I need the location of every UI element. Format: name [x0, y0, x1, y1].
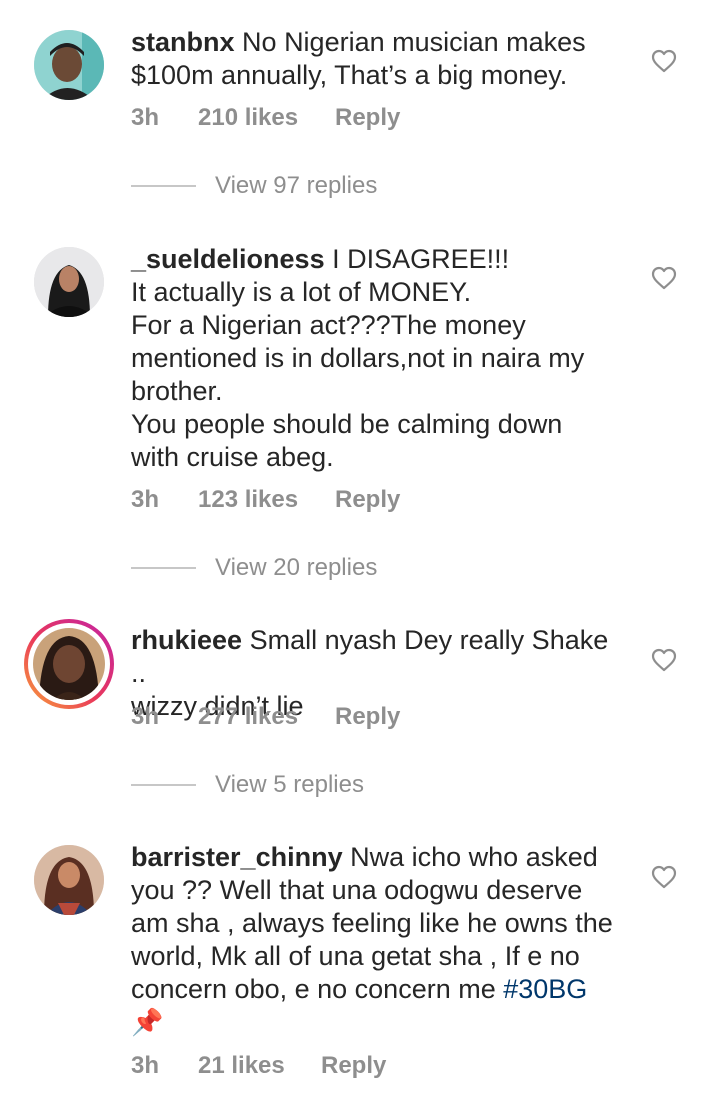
- timestamp: 3h: [131, 104, 160, 131]
- comment-body: I DISAGREE!!! It actually is a lot of MO…: [131, 244, 585, 472]
- comment-text: barrister_chinny Nwa icho who asked you …: [131, 841, 626, 1039]
- pushpin-icon: 📌: [131, 1007, 164, 1037]
- view-replies-button[interactable]: View 5 replies: [131, 770, 531, 800]
- reply-button[interactable]: Reply: [335, 104, 400, 132]
- timestamp: 3h: [131, 486, 160, 513]
- likes-count[interactable]: 21 likes: [198, 1052, 285, 1080]
- view-replies-label: View 97 replies: [215, 172, 378, 199]
- view-replies-button[interactable]: View 97 replies: [131, 171, 531, 201]
- heart-icon[interactable]: [651, 865, 677, 889]
- avatar: [33, 628, 105, 700]
- timestamp: 3h: [131, 703, 160, 730]
- avatar[interactable]: [34, 30, 104, 100]
- divider-line: [131, 185, 196, 187]
- comment-text: stanbnx No Nigerian musician makes $100m…: [131, 26, 626, 92]
- hashtag-link[interactable]: #30BG: [503, 974, 587, 1004]
- divider-line: [131, 784, 196, 786]
- timestamp: 3h: [131, 1052, 160, 1079]
- likes-count[interactable]: 277 likes: [198, 703, 298, 731]
- heart-icon[interactable]: [651, 49, 677, 73]
- avatar-story-ring[interactable]: [24, 619, 114, 709]
- divider-line: [131, 567, 196, 569]
- username[interactable]: rhukieee: [131, 625, 242, 655]
- view-replies-label: View 5 replies: [215, 771, 364, 798]
- view-replies-button[interactable]: View 20 replies: [131, 553, 531, 583]
- avatar[interactable]: [34, 247, 104, 317]
- comment-text: _sueldelioness I DISAGREE!!! It actually…: [131, 243, 626, 474]
- likes-count[interactable]: 210 likes: [198, 104, 298, 132]
- username[interactable]: _sueldelioness: [131, 244, 325, 274]
- reply-button[interactable]: Reply: [321, 1052, 386, 1080]
- reply-button[interactable]: Reply: [335, 703, 400, 731]
- username[interactable]: barrister_chinny: [131, 842, 343, 872]
- avatar[interactable]: [34, 845, 104, 915]
- username[interactable]: stanbnx: [131, 27, 235, 57]
- reply-button[interactable]: Reply: [335, 486, 400, 514]
- view-replies-label: View 20 replies: [215, 554, 378, 581]
- likes-count[interactable]: 123 likes: [198, 486, 298, 514]
- heart-icon[interactable]: [651, 266, 677, 290]
- heart-icon[interactable]: [651, 648, 677, 672]
